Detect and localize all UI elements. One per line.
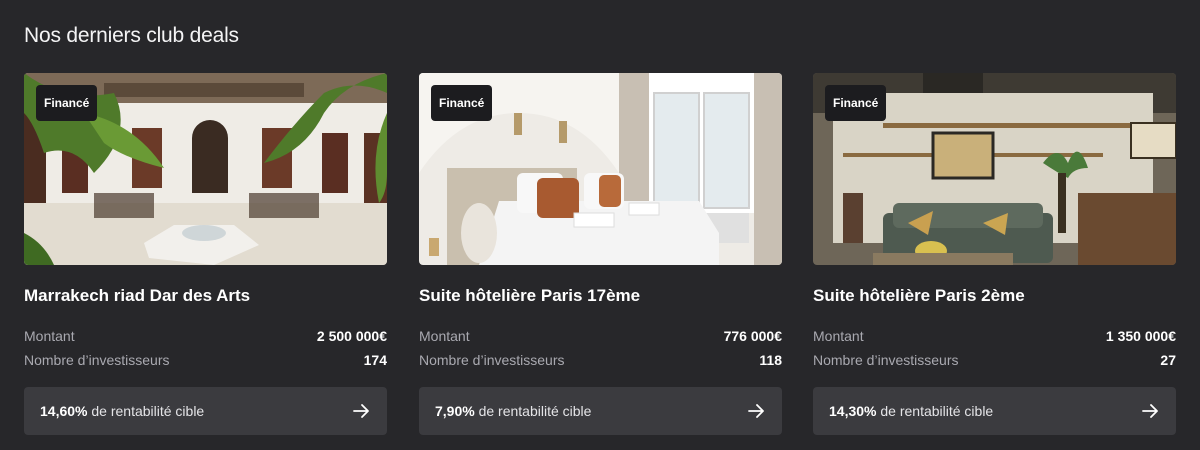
- amount-value: 2 500 000€: [316, 328, 387, 344]
- view-deal-button[interactable]: 14,30% de rentabilité cible: [813, 387, 1176, 435]
- deal-card[interactable]: Financé Suite hôtelière Paris 17ème Mont…: [419, 73, 782, 435]
- investors-row: Nombre d’investisseurs 118: [419, 348, 782, 372]
- investors-label: Nombre d’investisseurs: [813, 352, 959, 368]
- status-badge: Financé: [825, 85, 887, 121]
- return-text: 7,90% de rentabilité cible: [435, 403, 591, 419]
- investors-row: Nombre d’investisseurs 27: [813, 348, 1176, 372]
- amount-row: Montant 2 500 000€: [24, 324, 387, 348]
- view-deal-button[interactable]: 7,90% de rentabilité cible: [419, 387, 782, 435]
- investors-label: Nombre d’investisseurs: [24, 352, 170, 368]
- view-deal-button[interactable]: 14,60% de rentabilité cible: [24, 387, 387, 435]
- deal-card[interactable]: Financé Marrakech riad Dar des Arts Mont…: [24, 73, 387, 435]
- hotel-bedroom-photo: Financé: [419, 73, 782, 265]
- amount-row: Montant 1 350 000€: [813, 324, 1176, 348]
- arrow-right-icon[interactable]: [1140, 401, 1160, 421]
- amount-label: Montant: [813, 328, 864, 344]
- return-text: 14,60% de rentabilité cible: [40, 403, 204, 419]
- investors-label: Nombre d’investisseurs: [419, 352, 565, 368]
- deal-title[interactable]: Suite hôtelière Paris 17ème: [419, 286, 782, 310]
- investors-value: 174: [363, 352, 387, 368]
- status-badge: Financé: [36, 85, 98, 121]
- return-rate: 14,60%: [40, 403, 88, 419]
- arrow-right-icon[interactable]: [351, 401, 371, 421]
- amount-row: Montant 776 000€: [419, 324, 782, 348]
- return-rate: 14,30%: [829, 403, 877, 419]
- amount-value: 1 350 000€: [1105, 328, 1176, 344]
- investors-value: 118: [759, 352, 782, 368]
- return-rate: 7,90%: [435, 403, 475, 419]
- investors-row: Nombre d’investisseurs 174: [24, 348, 387, 372]
- return-suffix: de rentabilité cible: [478, 403, 592, 419]
- section-title: Nos derniers club deals: [24, 24, 239, 47]
- amount-label: Montant: [419, 328, 470, 344]
- return-text: 14,30% de rentabilité cible: [829, 403, 993, 419]
- amount-value: 776 000€: [723, 328, 782, 344]
- living-room-photo: Financé: [813, 73, 1176, 265]
- deal-title[interactable]: Marrakech riad Dar des Arts: [24, 286, 387, 310]
- return-suffix: de rentabilité cible: [91, 403, 205, 419]
- investors-value: 27: [1160, 352, 1176, 368]
- status-badge: Financé: [431, 85, 493, 121]
- riad-courtyard-photo: Financé: [24, 73, 387, 265]
- amount-label: Montant: [24, 328, 75, 344]
- arrow-right-icon[interactable]: [746, 401, 766, 421]
- return-suffix: de rentabilité cible: [880, 403, 994, 419]
- deal-title[interactable]: Suite hôtelière Paris 2ème: [813, 286, 1176, 310]
- deal-card[interactable]: Financé Suite hôtelière Paris 2ème Monta…: [813, 73, 1176, 435]
